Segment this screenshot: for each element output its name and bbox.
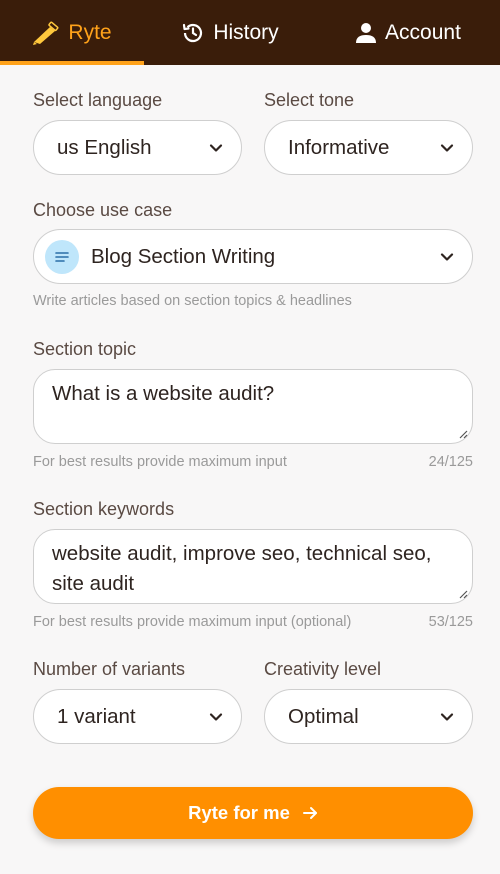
user-icon — [355, 22, 377, 44]
keywords-label: Section keywords — [33, 499, 175, 519]
chevron-down-icon — [440, 144, 454, 152]
tone-select[interactable]: Informative — [264, 120, 473, 175]
keywords-char-count: 53/125 — [428, 614, 473, 630]
topic-char-count: 24/125 — [428, 454, 473, 470]
creativity-label: Creativity level — [264, 659, 382, 679]
topic-value: What is a website audit? — [52, 382, 275, 405]
variants-select[interactable]: 1 variant — [33, 689, 242, 744]
chevron-down-icon — [440, 713, 454, 721]
keywords-hint: For best results provide maximum input (… — [33, 614, 352, 630]
tab-history-label: History — [213, 20, 279, 44]
tab-account-label: Account — [385, 20, 461, 44]
history-icon — [181, 21, 205, 45]
chevron-down-icon — [209, 713, 223, 721]
tab-history[interactable]: History — [144, 0, 316, 65]
variants-label: Number of variants — [33, 659, 186, 679]
tab-ryte-label: Ryte — [68, 20, 112, 44]
usecase-select[interactable]: Blog Section Writing — [33, 229, 473, 284]
keywords-textarea[interactable]: website audit, improve seo, technical se… — [33, 529, 473, 604]
usecase-label: Choose use case — [33, 200, 173, 220]
topic-label: Section topic — [33, 339, 137, 359]
language-value: us English — [57, 135, 152, 159]
variants-value: 1 variant — [57, 704, 136, 728]
usecase-value: Blog Section Writing — [91, 244, 276, 268]
tone-label: Select tone — [264, 90, 355, 110]
resize-handle-icon[interactable] — [459, 430, 468, 439]
ryte-for-me-label: Ryte for me — [188, 802, 290, 823]
tab-account[interactable]: Account — [316, 0, 500, 65]
language-select[interactable]: us English — [33, 120, 242, 175]
keywords-value: website audit, improve seo, technical se… — [52, 542, 432, 595]
writing-hand-icon — [32, 21, 60, 45]
ryte-for-me-button[interactable]: Ryte for me — [33, 787, 473, 839]
topic-hint: For best results provide maximum input — [33, 454, 287, 470]
tab-ryte[interactable]: Ryte — [0, 0, 144, 65]
chevron-down-icon — [440, 253, 454, 261]
resize-handle-icon[interactable] — [459, 590, 468, 599]
tone-value: Informative — [288, 135, 390, 159]
creativity-select[interactable]: Optimal — [264, 689, 473, 744]
creativity-value: Optimal — [288, 704, 359, 728]
topic-textarea[interactable]: What is a website audit? — [33, 369, 473, 444]
usecase-hint: Write articles based on section topics &… — [33, 293, 352, 309]
text-lines-icon — [45, 239, 79, 274]
chevron-down-icon — [209, 144, 223, 152]
active-tab-indicator — [0, 61, 144, 65]
top-nav: Ryte History Account — [0, 0, 500, 65]
arrow-right-icon — [302, 806, 318, 820]
language-label: Select language — [33, 90, 163, 110]
